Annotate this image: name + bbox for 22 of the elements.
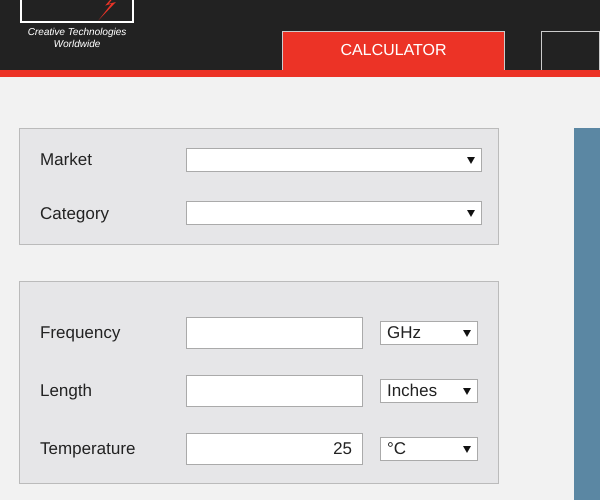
dropdown[interactable]: °C <box>380 437 478 461</box>
input-field[interactable] <box>186 317 363 349</box>
field-label: Temperature <box>40 438 136 460</box>
tab[interactable] <box>541 31 600 70</box>
input-field[interactable] <box>186 375 363 407</box>
dropdown[interactable] <box>186 148 482 172</box>
caret-icon <box>463 445 471 453</box>
dropdown[interactable]: GHz <box>380 321 478 345</box>
dropdown[interactable]: Inches <box>380 379 478 403</box>
dropdown[interactable] <box>186 201 482 226</box>
tab[interactable]: CALCULATOR <box>282 31 505 70</box>
input-field[interactable]: 25 <box>186 433 363 465</box>
field-label: Frequency <box>40 322 122 344</box>
tagline: Creative Technologies <box>26 27 128 39</box>
caret-icon <box>467 156 475 164</box>
caret-icon <box>467 209 475 218</box>
field-label: Length <box>40 380 93 402</box>
caret-icon <box>463 329 471 337</box>
caret-icon <box>463 387 471 395</box>
field-label: Category <box>40 202 110 224</box>
tagline: Worldwide <box>52 39 102 51</box>
field-label: Market <box>40 149 93 171</box>
